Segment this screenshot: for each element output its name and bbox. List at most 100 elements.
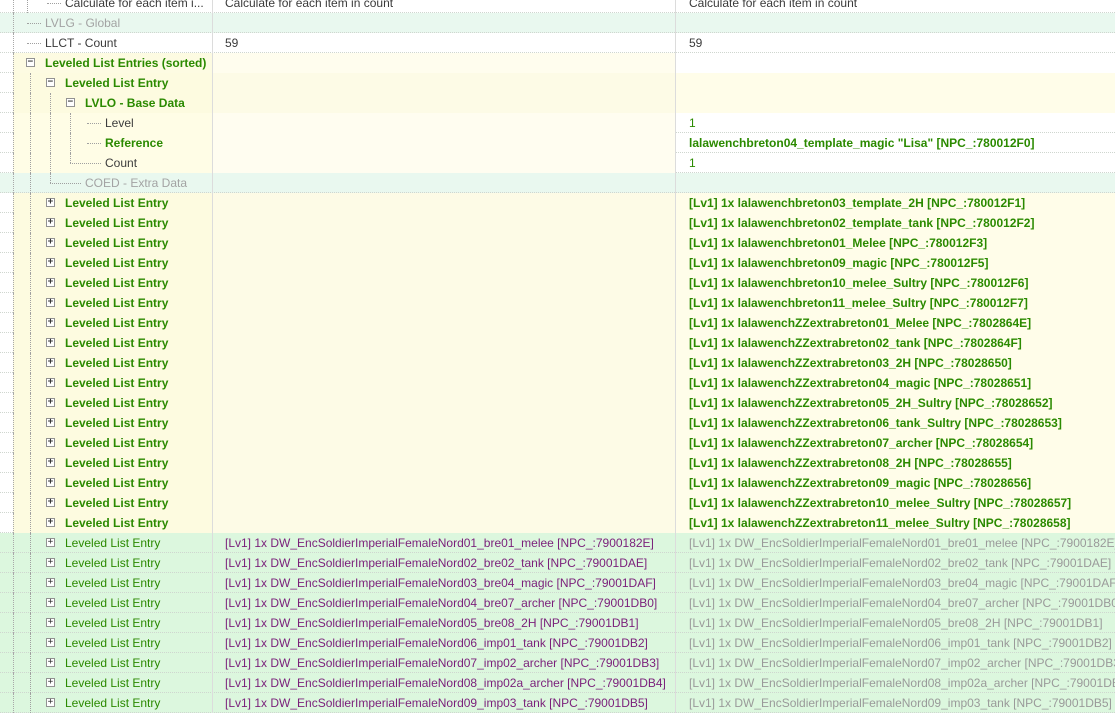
expand-toggle-icon[interactable]: + (46, 498, 55, 507)
tree-row-entry[interactable]: + Leveled List Entry [Lv1] 1x DW_EncSoldie… (0, 633, 1115, 653)
tree-row-entry[interactable]: + Leveled List Entry [Lv1] 1x DW_EncSoldie… (0, 533, 1115, 553)
tree-row-base-data[interactable]: − LVLO - Base Data (0, 93, 1115, 113)
tree-cell-override: lalawenchbreton04_template_magic "Lisa" … (689, 136, 1035, 150)
field-label: LLCT - Count (45, 36, 117, 50)
tree-row-entry[interactable]: + Leveled List Entry [Lv1] 1x lalawenchZZe… (0, 333, 1115, 353)
expand-toggle-icon[interactable]: + (46, 518, 55, 527)
tree-row-entry[interactable]: + Leveled List Entry [Lv1] 1x lalawenchZZe… (0, 513, 1115, 533)
collapse-toggle-icon[interactable]: − (46, 78, 55, 87)
tree-cell-override (676, 13, 1115, 33)
entry-label: Leveled List Entry (65, 596, 161, 610)
expand-toggle-icon[interactable]: + (46, 618, 55, 627)
tree-row-entry[interactable]: + Leveled List Entry [Lv1] 1x DW_EncSoldie… (0, 593, 1115, 613)
expand-toggle-icon[interactable]: + (46, 258, 55, 267)
collapse-toggle-icon[interactable]: − (66, 98, 75, 107)
tree-cell-value (213, 253, 676, 273)
entry-label: Leveled List Entry (65, 436, 169, 450)
tree-cell-name: Calculate for each item i... (13, 0, 213, 13)
tree-row-entry[interactable]: + Leveled List Entry [Lv1] 1x DW_EncSoldie… (0, 673, 1115, 693)
tree-cell-name: + Leveled List Entry (13, 253, 213, 273)
tree-cell-override (676, 73, 1115, 93)
expand-toggle-icon[interactable]: + (46, 678, 55, 687)
tree-cell-name: LVLG - Global (13, 13, 213, 33)
tree-row-entry[interactable]: + Leveled List Entry [Lv1] 1x lalawenchZZe… (0, 373, 1115, 393)
expand-toggle-icon[interactable]: + (46, 598, 55, 607)
tree-row-count-field[interactable]: Count 1 (0, 153, 1115, 173)
tree-row-reference[interactable]: Reference lalawenchbreton04_template_mag… (0, 133, 1115, 153)
expand-toggle-icon[interactable]: + (46, 298, 55, 307)
expand-toggle-icon[interactable]: + (46, 278, 55, 287)
tree-row-entry[interactable]: + Leveled List Entry [Lv1] 1x DW_EncSoldie… (0, 553, 1115, 573)
tree-cell-override: [Lv1] 1x lalawenchbreton03_template_2H [… (676, 193, 1115, 213)
tree-row-count[interactable]: LLCT - Count 59 59 (0, 33, 1115, 53)
field-label: Reference (105, 136, 164, 150)
expand-toggle-icon[interactable]: + (46, 238, 55, 247)
tree-cell-value: [Lv1] 1x DW_EncSoldierImperialFemaleNord… (213, 533, 676, 553)
tree-cell-value (213, 333, 676, 353)
expand-toggle-icon[interactable]: + (46, 458, 55, 467)
tree-row-entry[interactable]: + Leveled List Entry [Lv1] 1x lalawenchZZe… (0, 493, 1115, 513)
tree-cell-override: [Lv1] 1x lalawenchZZextrabreton11_melee_… (676, 513, 1115, 533)
tree-cell-value (213, 313, 676, 333)
tree-cell-value: [Lv1] 1x DW_EncSoldierImperialFemaleNord… (213, 593, 676, 613)
expand-toggle-icon[interactable]: + (46, 218, 55, 227)
expand-toggle-icon[interactable]: + (46, 198, 55, 207)
tree-row-entry[interactable]: + Leveled List Entry [Lv1] 1x lalawenchZZe… (0, 413, 1115, 433)
tree-row-entry[interactable]: + Leveled List Entry [Lv1] 1x DW_EncSoldie… (0, 693, 1115, 713)
tree-cell-override: 59 (689, 36, 703, 50)
expand-toggle-icon[interactable]: + (46, 538, 55, 547)
tree-row-entries-group[interactable]: − Leveled List Entries (sorted) (0, 53, 1115, 73)
tree-cell-name: + Leveled List Entry (13, 413, 213, 433)
tree-row-entry[interactable]: + Leveled List Entry [Lv1] 1x DW_EncSoldie… (0, 653, 1115, 673)
expand-toggle-icon[interactable]: + (46, 358, 55, 367)
entry-label: Leveled List Entry (65, 196, 169, 210)
tree-cell-value: Calculate for each item in count (213, 0, 676, 13)
tree-cell-value (213, 173, 676, 193)
tree-cell-value: [Lv1] 1x DW_EncSoldierImperialFemaleNord… (213, 673, 676, 693)
tree-row-entry[interactable]: + Leveled List Entry [Lv1] 1x lalawenchbre… (0, 193, 1115, 213)
tree-cell-name: + Leveled List Entry (13, 213, 213, 233)
tree-row-entry[interactable]: + Leveled List Entry [Lv1] 1x lalawenchbre… (0, 293, 1115, 313)
tree-row-calc-flag[interactable]: Calculate for each item i... Calculate f… (0, 0, 1115, 13)
tree-row-entry[interactable]: + Leveled List Entry [Lv1] 1x lalawenchZZe… (0, 313, 1115, 333)
expand-toggle-icon[interactable]: + (46, 558, 55, 567)
tree-cell-value: [Lv1] 1x DW_EncSoldierImperialFemaleNord… (213, 613, 676, 633)
tree-row-entry[interactable]: + Leveled List Entry [Lv1] 1x lalawenchbre… (0, 213, 1115, 233)
entry-label: Leveled List Entry (65, 476, 169, 490)
expand-toggle-icon[interactable]: + (46, 638, 55, 647)
tree-row-entry[interactable]: + Leveled List Entry [Lv1] 1x lalawenchbre… (0, 233, 1115, 253)
tree-row-entry[interactable]: + Leveled List Entry [Lv1] 1x lalawenchZZe… (0, 473, 1115, 493)
tree-cell-name: + Leveled List Entry (13, 673, 213, 693)
tree-cell-name: + Leveled List Entry (13, 453, 213, 473)
tree-row-extra-data[interactable]: COED - Extra Data (0, 173, 1115, 193)
expand-toggle-icon[interactable]: + (46, 698, 55, 707)
tree-row-entry[interactable]: + Leveled List Entry [Lv1] 1x lalawenchZZe… (0, 433, 1115, 453)
expand-toggle-icon[interactable]: + (46, 318, 55, 327)
tree-row-entry[interactable]: + Leveled List Entry [Lv1] 1x DW_EncSoldie… (0, 573, 1115, 593)
tree-row-entry[interactable]: + Leveled List Entry [Lv1] 1x lalawenchbre… (0, 253, 1115, 273)
entry-label: Leveled List Entry (65, 496, 169, 510)
expand-toggle-icon[interactable]: + (46, 658, 55, 667)
expand-toggle-icon[interactable]: + (46, 578, 55, 587)
tree-cell-name: + Leveled List Entry (13, 313, 213, 333)
tree-row-entry[interactable]: + Leveled List Entry [Lv1] 1x lalawenchZZe… (0, 353, 1115, 373)
tree-cell-name: + Leveled List Entry (13, 293, 213, 313)
expand-toggle-icon[interactable]: + (46, 338, 55, 347)
tree-row-entry[interactable]: + Leveled List Entry [Lv1] 1x DW_EncSoldie… (0, 613, 1115, 633)
tree-row-entry-expanded[interactable]: − Leveled List Entry (0, 73, 1115, 93)
expand-toggle-icon[interactable]: + (46, 438, 55, 447)
tree-row-entry[interactable]: + Leveled List Entry [Lv1] 1x lalawenchZZe… (0, 453, 1115, 473)
entry-label: Leveled List Entry (65, 256, 169, 270)
tree-cell-override: [Lv1] 1x lalawenchZZextrabreton10_melee_… (676, 493, 1115, 513)
tree-cell-name: − Leveled List Entry (13, 73, 213, 93)
expand-toggle-icon[interactable]: + (46, 418, 55, 427)
expand-toggle-icon[interactable]: + (46, 378, 55, 387)
tree-row-level[interactable]: Level 1 (0, 113, 1115, 133)
tree-row-global[interactable]: LVLG - Global (0, 13, 1115, 33)
collapse-toggle-icon[interactable]: − (26, 58, 35, 67)
tree-cell-name: − Leveled List Entries (sorted) (13, 53, 213, 73)
expand-toggle-icon[interactable]: + (46, 398, 55, 407)
tree-row-entry[interactable]: + Leveled List Entry [Lv1] 1x lalawenchZZe… (0, 393, 1115, 413)
tree-row-entry[interactable]: + Leveled List Entry [Lv1] 1x lalawenchbre… (0, 273, 1115, 293)
expand-toggle-icon[interactable]: + (46, 478, 55, 487)
